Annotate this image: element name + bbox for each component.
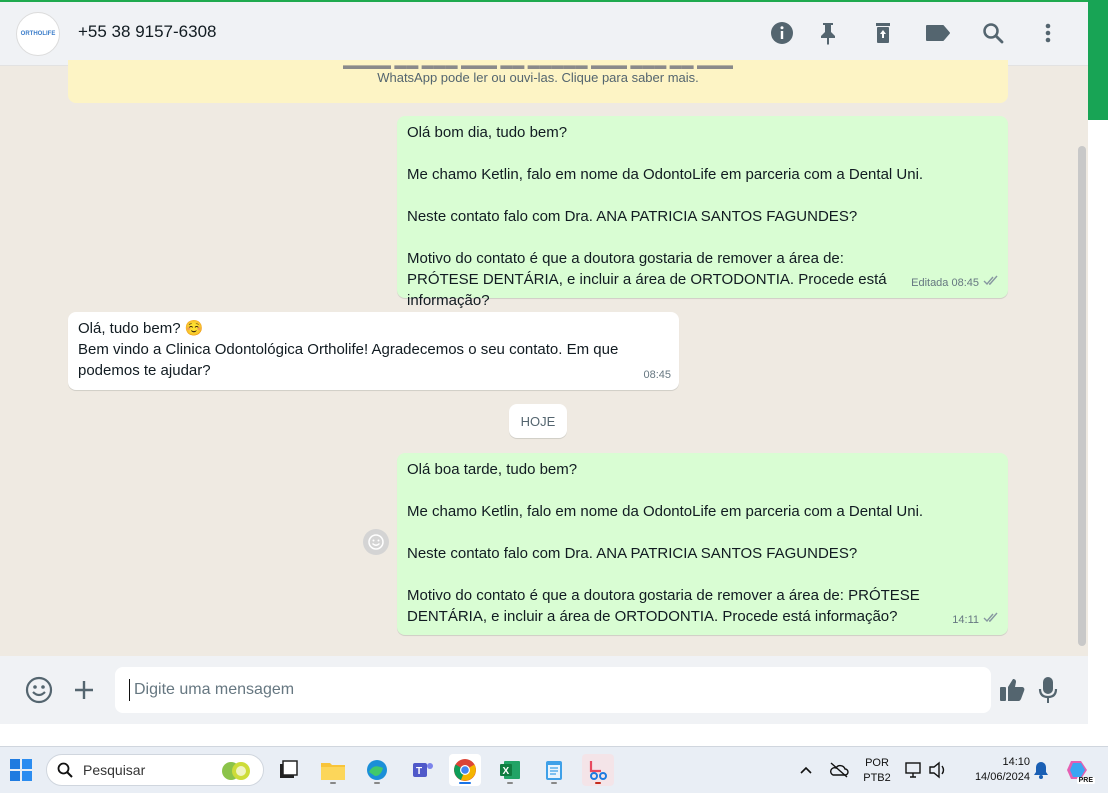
search-icon (57, 762, 73, 778)
excel-icon[interactable]: X (494, 754, 526, 786)
svg-text:X: X (503, 766, 510, 777)
banner-text: WhatsApp pode ler ou ouvi-las. Clique pa… (377, 70, 699, 85)
search-icon[interactable] (980, 20, 1006, 46)
volume-icon[interactable] (926, 754, 950, 786)
message-incoming[interactable]: Olá, tudo bem? ☺️ Bem vindo a Clinica Od… (68, 312, 679, 390)
attach-plus-icon[interactable] (69, 675, 99, 705)
message-time: 14:11 (952, 614, 979, 626)
lime-icon (219, 757, 255, 786)
message-time: 08:45 (643, 369, 671, 381)
taskbar-search[interactable]: Pesquisar (46, 754, 264, 786)
language-code: POR (865, 757, 889, 769)
message-line: Olá boa tarde, tudo bem? (407, 461, 578, 478)
contact-name[interactable]: +55 38 9157-6308 (78, 22, 217, 42)
delete-icon[interactable] (870, 20, 896, 46)
message-line: Me chamo Ketlin, falo em nome da OdontoL… (407, 166, 924, 183)
clock-date: 14/06/2024 (974, 771, 1030, 783)
thumbs-up-icon[interactable] (997, 675, 1027, 705)
message-line: Motivo do contato é que a doutora gostar… (407, 250, 887, 309)
window-edge-pale (1088, 120, 1108, 724)
menu-icon[interactable] (1035, 20, 1061, 46)
message-line: Neste contato falo com Dra. ANA PATRICIA… (407, 208, 858, 225)
app-running-indicator (507, 782, 513, 784)
message-meta: 08:45 (643, 365, 671, 386)
tray-chevron-up-icon[interactable] (792, 754, 820, 786)
chrome-icon[interactable] (449, 754, 481, 786)
message-meta: Editada 08:45 (911, 273, 1000, 294)
message-line: Bem vindo a Clinica Odontológica Ortholi… (78, 341, 619, 379)
clock-time: 14:10 (1002, 756, 1030, 768)
whatsapp-window: ORTHOLIFE +55 38 9157-6308 ▬▬▬▬ ▬▬ ▬▬▬ ▬… (0, 0, 1088, 724)
avatar-logo-text: ORTHOLIFE (20, 31, 56, 37)
message-line: Me chamo Ketlin, falo em nome da OdontoL… (407, 503, 924, 520)
window-gap (0, 724, 1108, 746)
banner-line-cut: ▬▬▬▬ ▬▬ ▬▬▬ ▬▬▬ ▬▬ ▬▬▬▬▬ ▬▬▬ ▬▬▬ ▬▬ ▬▬▬ (342, 62, 733, 70)
microphone-icon[interactable] (1033, 675, 1063, 705)
onedrive-offline-icon[interactable] (825, 754, 853, 786)
emoji-icon[interactable] (24, 675, 54, 705)
window-edge (1088, 0, 1108, 120)
message-line (407, 564, 998, 585)
message-meta: 14:11 (952, 610, 1000, 631)
avatar[interactable]: ORTHOLIFE (16, 12, 60, 56)
windows-start-icon[interactable] (5, 754, 37, 786)
file-explorer-icon[interactable] (317, 754, 349, 786)
chat-area: ▬▬▬▬ ▬▬ ▬▬▬ ▬▬▬ ▬▬ ▬▬▬▬▬ ▬▬▬ ▬▬▬ ▬▬ ▬▬▬ … (0, 60, 1088, 656)
message-outgoing[interactable]: Olá boa tarde, tudo bem? Me chamo Ketlin… (397, 453, 1008, 635)
chat-header: ORTHOLIFE +55 38 9157-6308 (0, 0, 1088, 66)
teams-icon[interactable]: T (407, 754, 439, 786)
message-line (407, 185, 998, 206)
message-line: Olá, tudo bem? ☺️ (78, 320, 204, 337)
app-running-indicator (330, 782, 336, 784)
message-line (407, 143, 998, 164)
label-icon[interactable] (925, 20, 951, 46)
double-check-icon (983, 273, 1000, 294)
message-time: Editada 08:45 (911, 277, 979, 289)
app-active-indicator (459, 782, 471, 784)
message-line: Motivo do contato é que a doutora gostar… (407, 587, 920, 625)
message-input-placeholder: Digite uma mensagem (134, 681, 295, 698)
chat-scrollbar[interactable] (1078, 146, 1086, 646)
task-view-icon[interactable] (272, 754, 304, 786)
keyboard-layout: PTB2 (863, 772, 891, 784)
copilot-icon[interactable]: PRE (1061, 754, 1095, 786)
message-outgoing[interactable]: Olá bom dia, tudo bem? Me chamo Ketlin, … (397, 116, 1008, 309)
encryption-banner[interactable]: ▬▬▬▬ ▬▬ ▬▬▬ ▬▬▬ ▬▬ ▬▬▬▬▬ ▬▬▬ ▬▬▬ ▬▬ ▬▬▬ … (68, 60, 1008, 103)
copilot-badge: PRE (1076, 777, 1095, 784)
clock[interactable]: 14:10 14/06/2024 (960, 755, 1030, 785)
message-line (407, 227, 998, 248)
taskbar-search-placeholder: Pesquisar (83, 762, 146, 778)
text-caret (129, 679, 130, 701)
message-line (407, 480, 998, 501)
network-monitor-icon[interactable] (902, 754, 926, 786)
app-running-indicator (374, 782, 380, 784)
smiley-icon (368, 534, 384, 550)
app-running-indicator (551, 782, 557, 784)
double-check-icon (983, 610, 1000, 631)
message-input[interactable]: Digite uma mensagem (115, 667, 991, 713)
react-emoji-button[interactable] (363, 529, 389, 555)
notepad-icon[interactable] (538, 754, 570, 786)
message-line: Olá bom dia, tudo bem? (407, 124, 568, 141)
message-line (407, 522, 998, 543)
snipping-tool-icon[interactable] (582, 754, 614, 786)
app-running-indicator (595, 782, 601, 784)
windows-taskbar: Pesquisar T X POR PTB2 14:10 14/06/2024 … (0, 746, 1108, 793)
notification-bell-icon[interactable] (1030, 754, 1052, 786)
svg-text:T: T (416, 766, 422, 777)
info-icon[interactable] (769, 20, 795, 46)
composer: Digite uma mensagem (0, 656, 1088, 724)
date-separator: HOJE (509, 404, 567, 438)
pin-icon[interactable] (815, 20, 841, 46)
language-indicator[interactable]: POR PTB2 (860, 756, 894, 786)
edge-icon[interactable] (361, 754, 393, 786)
message-line: Neste contato falo com Dra. ANA PATRICIA… (407, 545, 858, 562)
